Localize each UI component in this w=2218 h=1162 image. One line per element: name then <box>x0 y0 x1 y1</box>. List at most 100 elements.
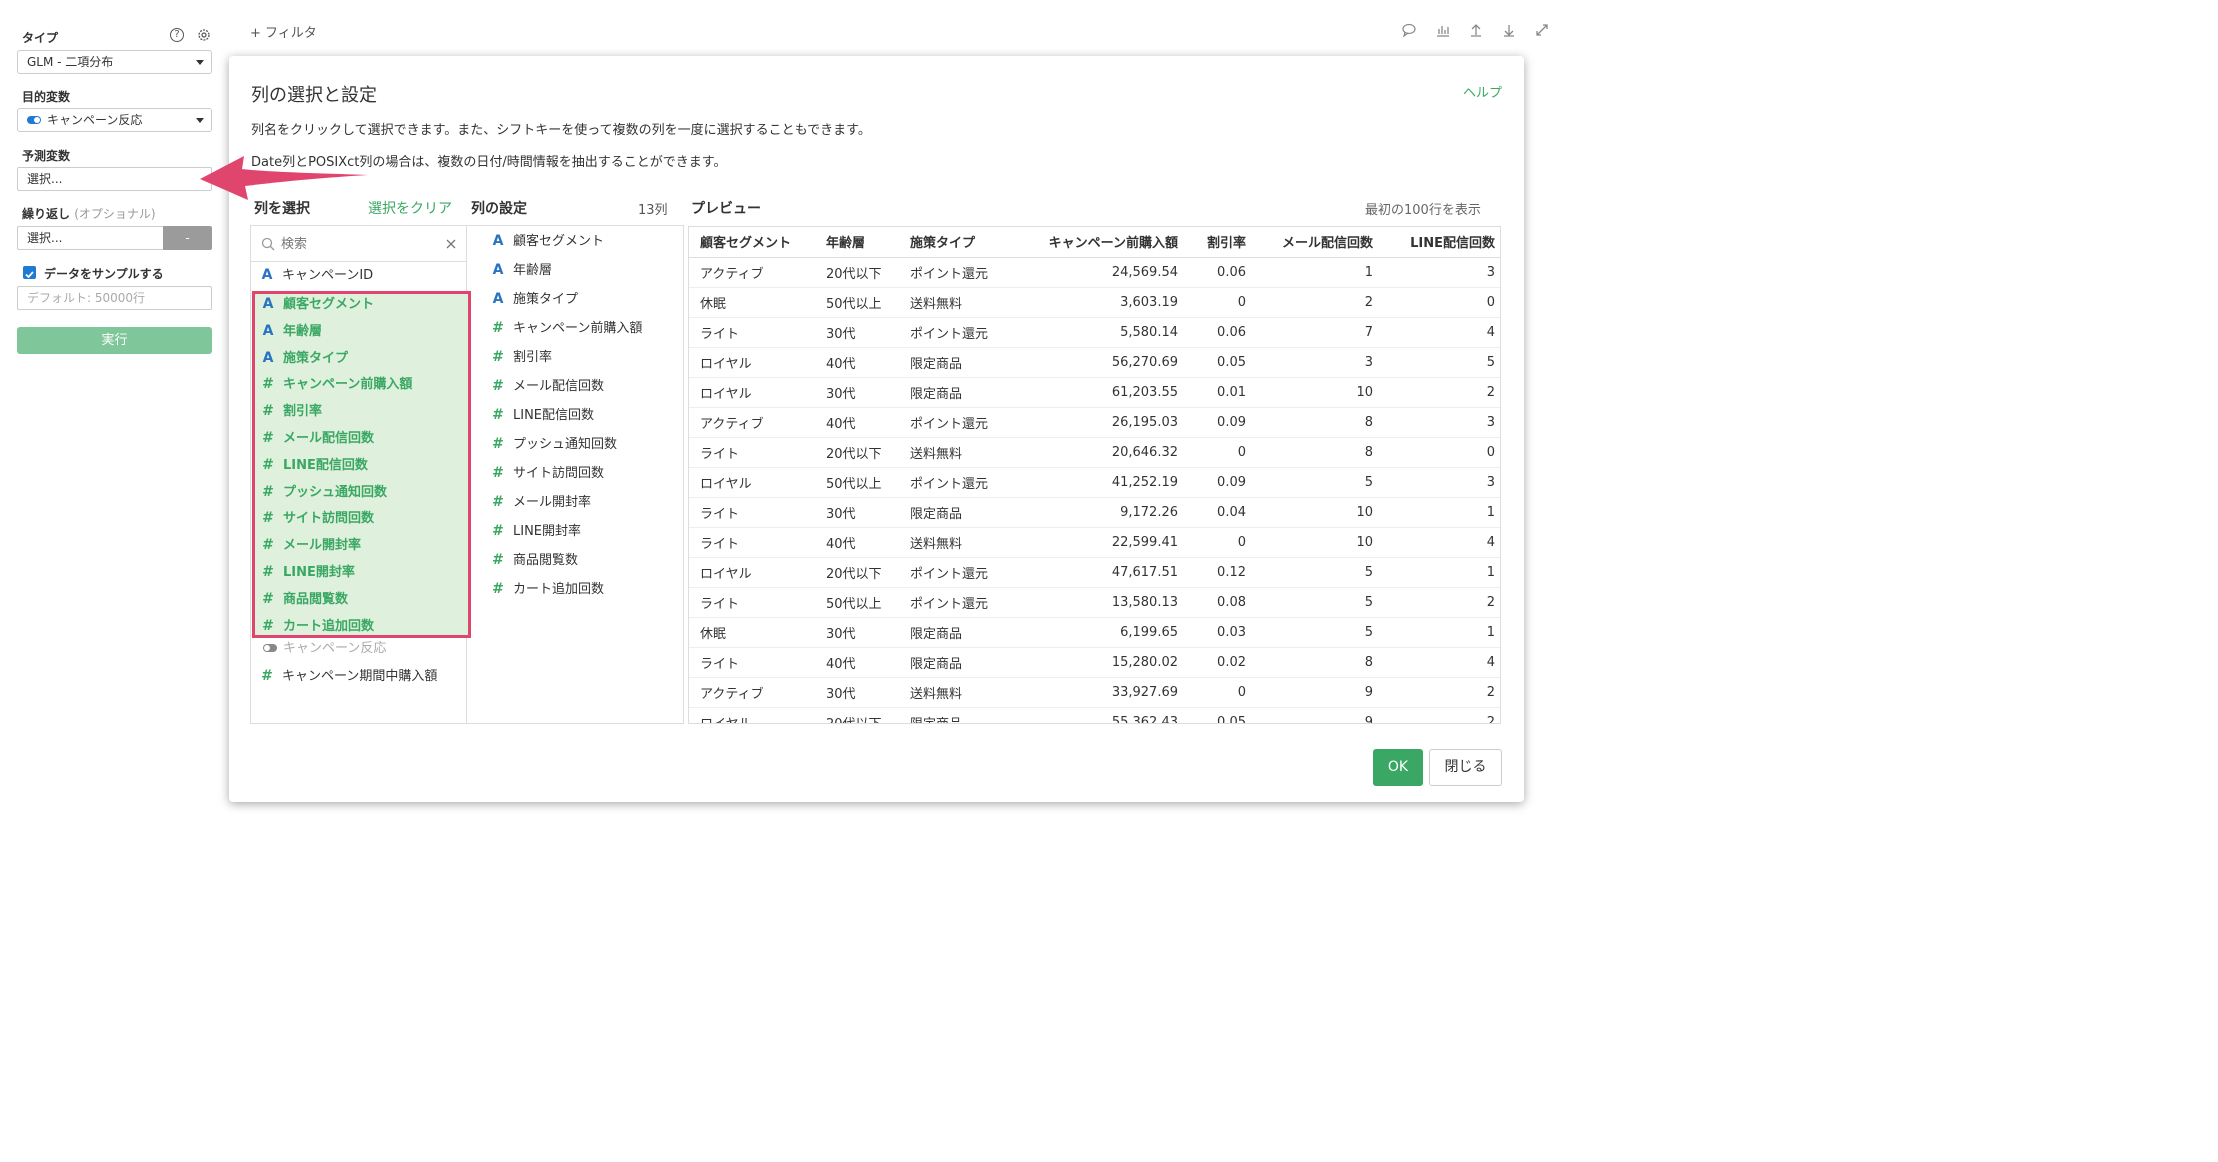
column-name: メール開封率 <box>283 538 362 554</box>
column-item[interactable]: # キャンペーン前購入額 <box>261 371 412 397</box>
target-label: 目的変数 <box>22 90 71 104</box>
table-cell: 0.12 <box>1185 557 1253 588</box>
repeat-button[interactable]: - <box>163 226 212 250</box>
column-name: メール配信回数 <box>513 379 605 394</box>
predictor-input[interactable]: 選択... <box>17 167 212 191</box>
table-row: ロイヤル 30代 限定商品 61,203.55 0.01 10 2 <box>689 377 1500 408</box>
column-item[interactable]: A 施策タイプ <box>261 345 348 371</box>
table-cell: 4 <box>1380 317 1500 348</box>
column-item[interactable]: # LINE配信回数 <box>491 402 594 428</box>
column-item[interactable]: # LINE開封率 <box>261 559 355 585</box>
column-item[interactable]: # 商品閲覧数 <box>261 586 348 612</box>
sample-checkbox[interactable] <box>23 266 36 279</box>
column-item[interactable]: # 割引率 <box>261 398 322 424</box>
search-input[interactable] <box>281 233 431 255</box>
upload-icon[interactable] <box>1468 22 1484 38</box>
column-item[interactable]: A 年齢層 <box>491 257 552 283</box>
clear-selection-link[interactable]: 選択をクリア <box>368 198 452 218</box>
column-name: 割引率 <box>513 350 553 365</box>
column-item[interactable]: # LINE配信回数 <box>261 452 368 478</box>
column-item[interactable]: # キャンペーン期間中購入額 <box>260 663 437 689</box>
table-cell: 2 <box>1380 677 1500 708</box>
repeat-input[interactable]: 選択... <box>17 226 164 250</box>
table-row: アクティブ 20代以下 ポイント還元 24,569.54 0.06 1 3 <box>689 257 1500 288</box>
add-filter-button[interactable]: + フィルタ <box>250 22 317 41</box>
download-icon[interactable] <box>1501 22 1517 38</box>
sample-size-input[interactable]: デフォルト: 50000行 <box>17 286 212 310</box>
column-item[interactable]: # カート追加回数 <box>261 613 374 639</box>
ok-button[interactable]: OK <box>1373 749 1423 786</box>
column-name: 年齢層 <box>513 263 553 278</box>
column-name: 商品閲覧数 <box>283 591 349 607</box>
column-settings-header: 列の設定 <box>471 201 527 217</box>
number-type-icon: # <box>262 564 274 580</box>
column-item[interactable]: A 施策タイプ <box>491 286 578 312</box>
string-type-icon: A <box>492 262 504 278</box>
column-item[interactable]: # サイト訪問回数 <box>491 460 604 486</box>
string-type-icon: A <box>262 322 274 339</box>
column-item[interactable]: # キャンペーン前購入額 <box>491 315 642 341</box>
gear-icon[interactable] <box>196 27 212 43</box>
table-cell: 26,195.03 <box>1011 407 1185 438</box>
number-type-icon: # <box>262 403 274 420</box>
annotation-arrow <box>200 156 368 200</box>
number-type-icon: # <box>261 668 273 685</box>
column-item[interactable]: # LINE開封率 <box>491 518 581 544</box>
column-item[interactable]: # 割引率 <box>491 344 552 370</box>
help-link[interactable]: ヘルプ <box>1463 82 1502 101</box>
target-select[interactable]: キャンペーン反応 <box>17 108 212 132</box>
column-item[interactable]: # プッシュ通知回数 <box>491 431 617 457</box>
preview-table-container[interactable]: 顧客セグメント 年齢層 施策タイプ キャンペーン前購入額 割引率 メール配信回数 LINE配… <box>688 226 1501 724</box>
table-cell: 2 <box>1380 587 1500 618</box>
table-cell: 0.02 <box>1185 647 1253 678</box>
column-item[interactable]: A 年齢層 <box>261 318 322 344</box>
table-cell: 2 <box>1380 377 1500 408</box>
table-cell: 送料無料 <box>899 287 1011 318</box>
number-type-icon: # <box>492 552 504 568</box>
column-item[interactable]: # プッシュ通知回数 <box>261 479 387 505</box>
column-item[interactable]: # メール配信回数 <box>261 425 374 451</box>
expand-icon[interactable] <box>1534 22 1550 38</box>
column-item[interactable]: # サイト訪問回数 <box>261 505 374 531</box>
table-cell: ポイント還元 <box>899 407 1011 438</box>
table-cell: 4 <box>1380 527 1500 558</box>
column-item[interactable]: # メール開封率 <box>491 489 591 515</box>
type-select[interactable]: GLM - 二項分布 <box>17 50 212 74</box>
table-cell: 22,599.41 <box>1011 527 1185 558</box>
column-item[interactable]: A キャンペーンID <box>260 262 374 288</box>
help-icon[interactable]: ? <box>170 28 184 42</box>
column-item[interactable]: A 顧客セグメント <box>491 228 604 254</box>
table-cell: アクティブ <box>689 677 815 708</box>
close-button[interactable]: 閉じる <box>1429 749 1502 786</box>
column-item[interactable]: キャンペーン反応 <box>260 636 386 662</box>
table-cell: 1 <box>1380 617 1500 648</box>
table-cell: 0.03 <box>1185 617 1253 648</box>
column-item[interactable]: # メール開封率 <box>261 532 361 558</box>
table-cell: 2 <box>1380 707 1500 723</box>
close-icon[interactable] <box>446 239 456 249</box>
table-cell: ポイント還元 <box>899 587 1011 618</box>
table-row: 休眠 30代 限定商品 6,199.65 0.03 5 1 <box>689 617 1500 648</box>
table-cell: 5 <box>1380 347 1500 378</box>
column-item[interactable]: # 商品閲覧数 <box>491 547 578 573</box>
table-cell: ライト <box>689 587 815 618</box>
table-row: ライト 40代 送料無料 22,599.41 0 10 4 <box>689 527 1500 558</box>
run-button[interactable]: 実行 <box>17 327 212 354</box>
comment-icon[interactable] <box>1401 22 1417 38</box>
table-cell: 3 <box>1380 467 1500 498</box>
column-item[interactable]: # メール配信回数 <box>491 373 604 399</box>
table-cell: 20代以下 <box>815 437 899 468</box>
column-name: 年齢層 <box>283 323 323 339</box>
chart-icon[interactable] <box>1435 22 1451 38</box>
number-type-icon: # <box>262 456 274 473</box>
number-type-icon: # <box>492 378 504 394</box>
column-item[interactable]: # カート追加回数 <box>491 576 604 602</box>
table-cell: 50代以上 <box>815 467 899 498</box>
table-row: ライト 20代以下 送料無料 20,646.32 0 8 0 <box>689 437 1500 468</box>
table-cell: 5,580.14 <box>1011 317 1185 348</box>
table-cell: 送料無料 <box>899 437 1011 468</box>
column-item[interactable]: A 顧客セグメント <box>261 291 374 317</box>
number-type-icon: # <box>262 510 274 527</box>
number-type-icon: # <box>262 376 274 393</box>
table-cell: 限定商品 <box>899 347 1011 378</box>
